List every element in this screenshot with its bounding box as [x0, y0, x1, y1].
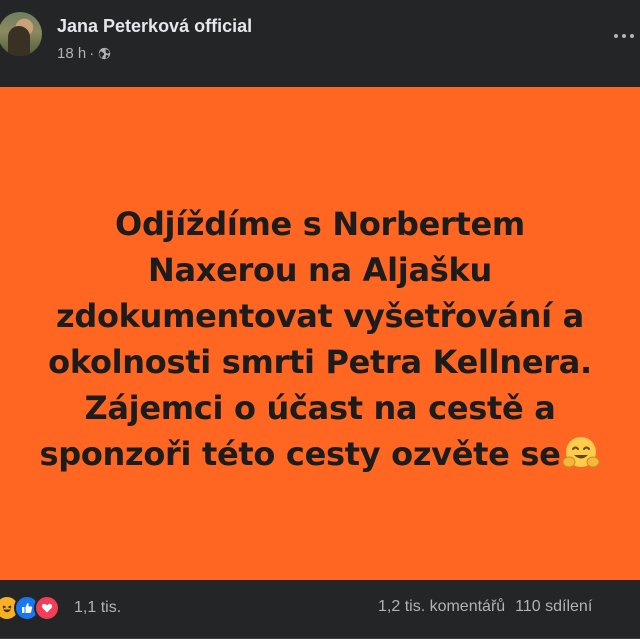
comments-count[interactable]: 1,2 tis. komentářů [378, 598, 505, 615]
image-text-line: zdokumentovat vyšetřování a [56, 296, 584, 335]
reaction-count[interactable]: 1,1 tis. [74, 599, 121, 617]
engagement-counts: 1,2 tis. komentářů 110 sdílení [378, 598, 592, 616]
post-time[interactable]: 18 h [57, 45, 86, 62]
more-dot [622, 34, 626, 38]
facebook-post: Jana Peterková official 18 h · Odjíždíme… [0, 0, 640, 639]
globe-icon[interactable] [98, 47, 111, 60]
image-text-line: Odjíždíme s Norbertem [115, 204, 525, 243]
image-text-line: Zájemci o účast na cestě a [84, 388, 556, 427]
post-header: Jana Peterková official 18 h · [0, 0, 640, 87]
more-dot [614, 34, 618, 38]
author-avatar[interactable] [0, 12, 42, 56]
post-image[interactable]: Odjíždíme s Norbertem Naxerou na Aljašku… [0, 87, 640, 580]
image-text-line: okolnosti smrti Petra Kellnera. [48, 342, 592, 381]
love-reaction-icon [34, 595, 60, 621]
post-image-text: Odjíždíme s Norbertem Naxerou na Aljašku… [0, 201, 640, 477]
image-text-line: sponzoři této cesty ozvěte se [39, 434, 561, 473]
image-text-line: Naxerou na Aljašku [148, 250, 492, 289]
post-meta: 18 h · [57, 45, 111, 62]
more-options-button[interactable] [608, 20, 640, 52]
author-name[interactable]: Jana Peterková official [57, 16, 252, 37]
more-dot [630, 34, 634, 38]
hugging-face-emoji [562, 436, 600, 467]
shares-count[interactable]: 110 sdílení [515, 598, 592, 615]
avatar-photo-figure [8, 26, 30, 56]
image-text-last-line: sponzoři této cesty ozvěte se [0, 431, 640, 477]
meta-separator: · [89, 45, 95, 62]
reactions-summary[interactable]: 1,1 tis. [0, 595, 121, 621]
post-footer: 1,1 tis. 1,2 tis. komentářů 110 sdílení [0, 580, 640, 639]
